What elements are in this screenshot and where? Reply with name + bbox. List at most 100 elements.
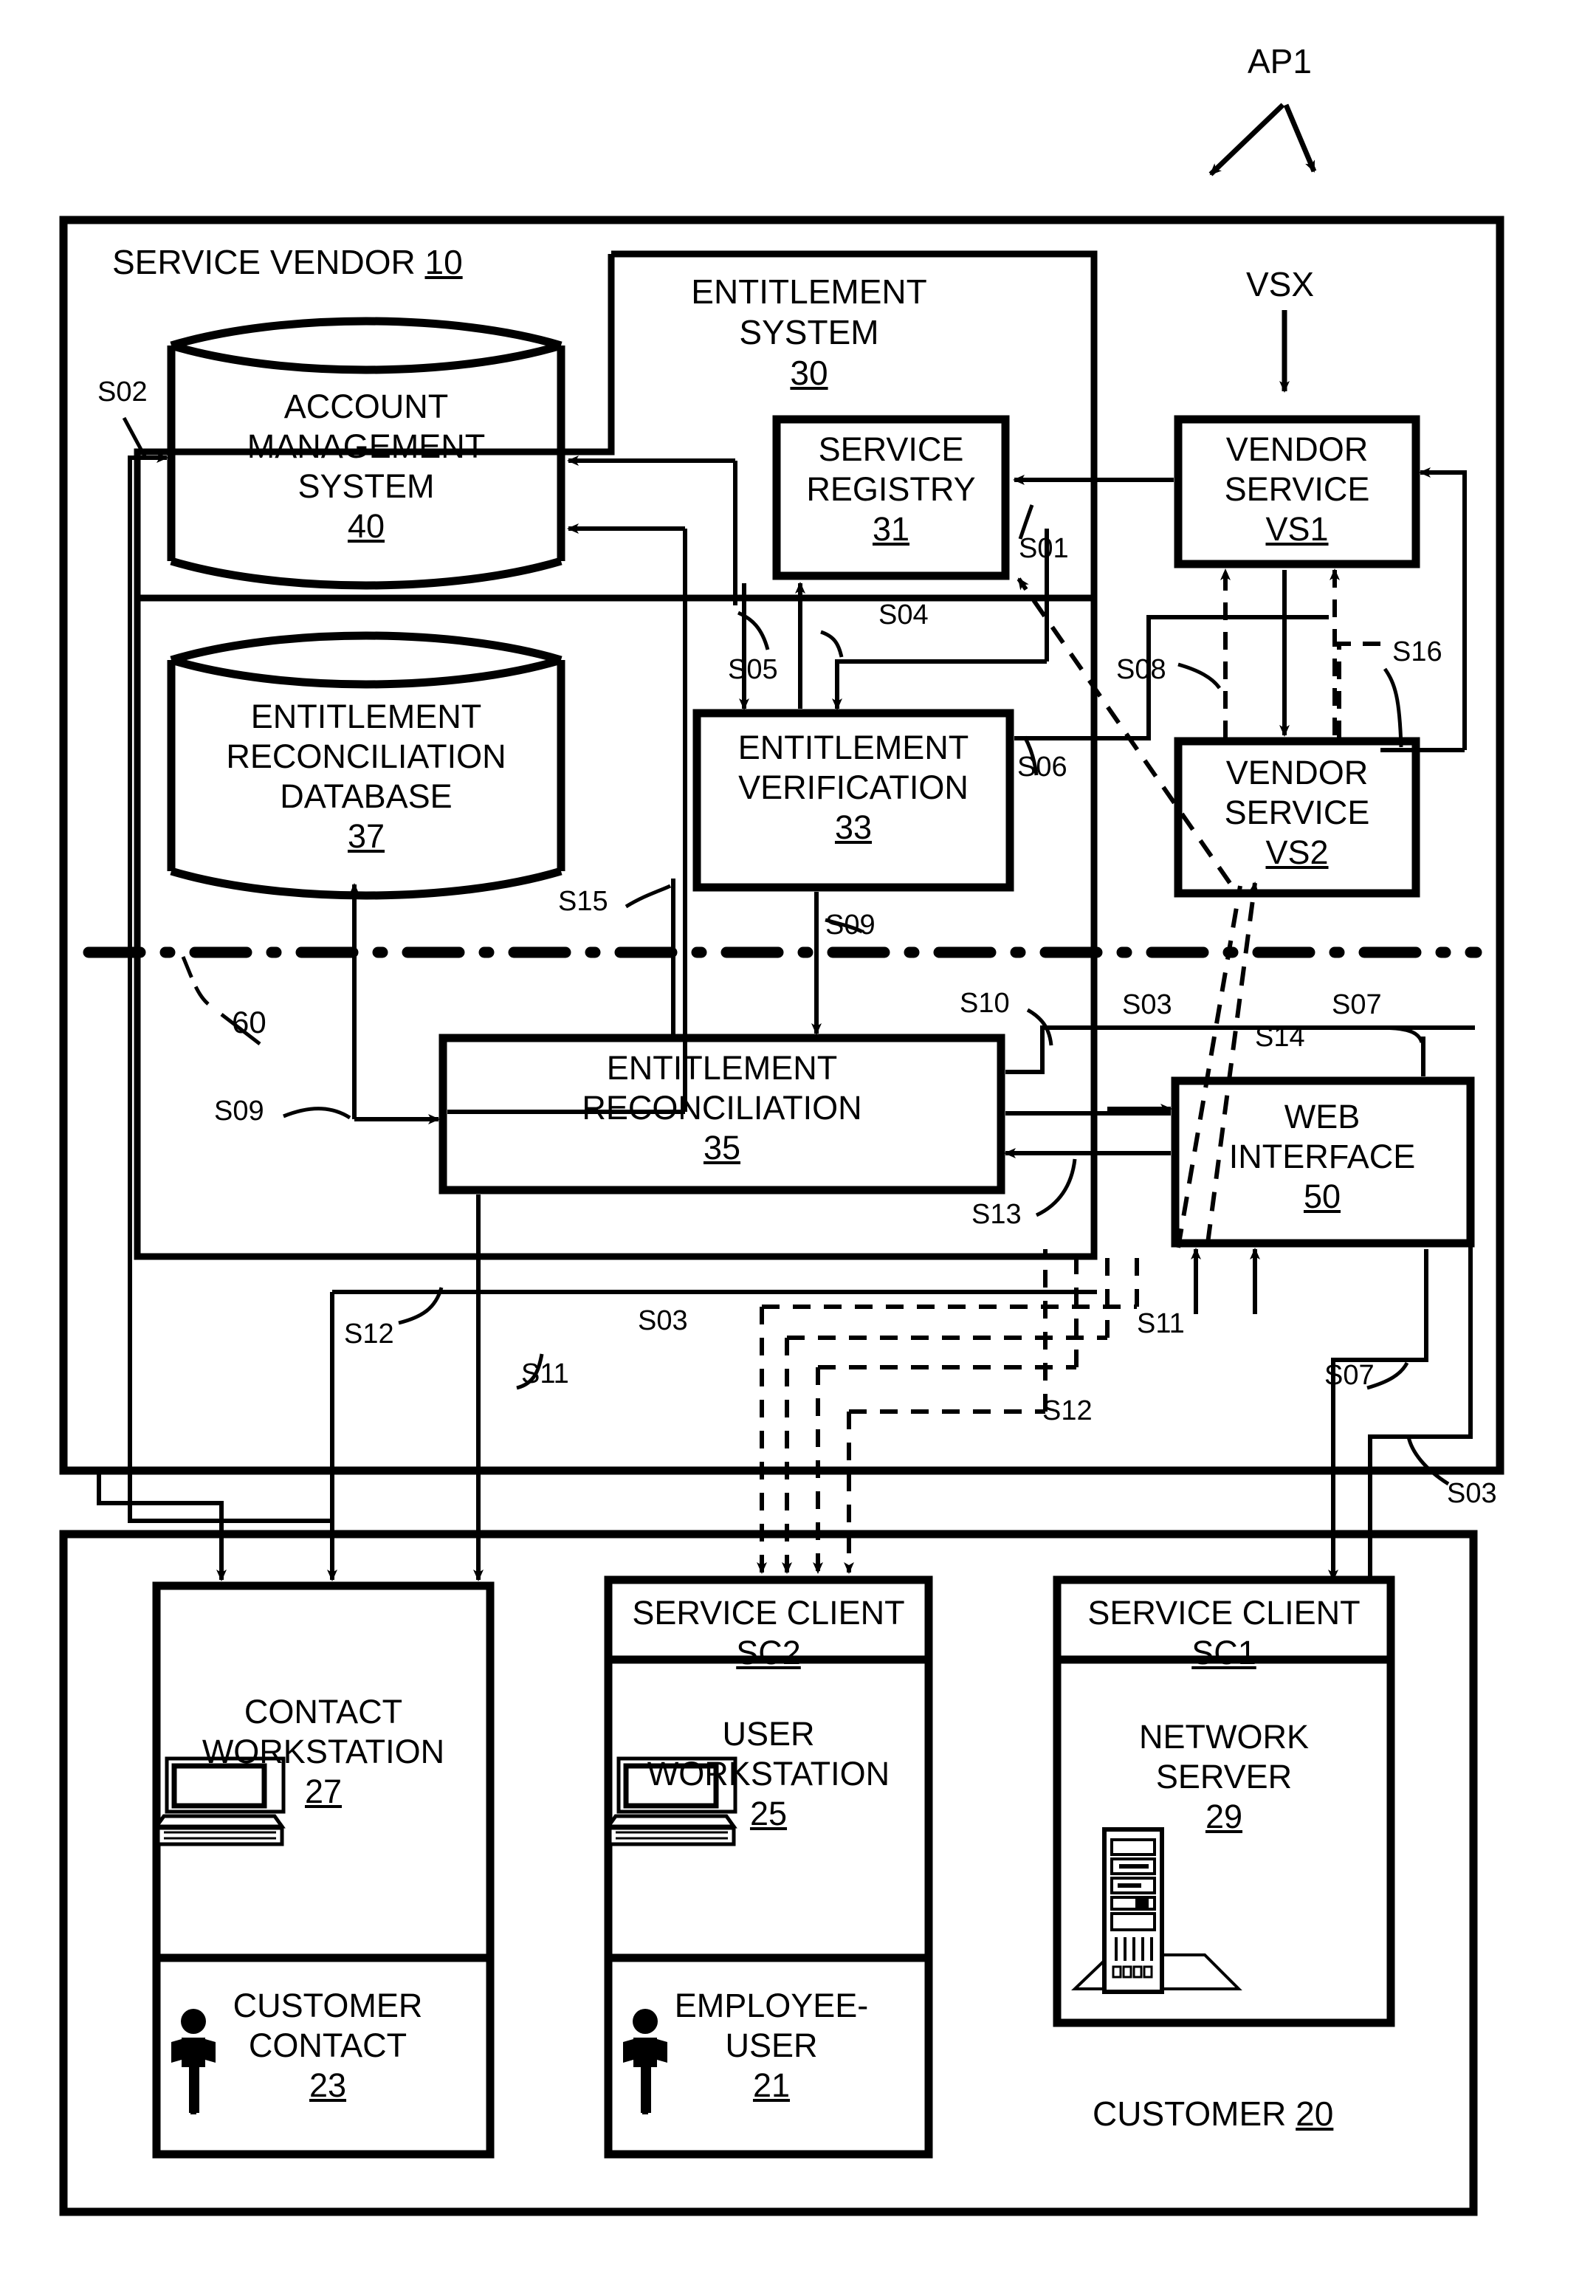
ns-ref: 29 [1205, 1798, 1243, 1835]
sc2-line1: SERVICE CLIENT [632, 1594, 905, 1632]
patent-figure-page: AP1 VSX 60 SERVICE VENDOR 10 CUSTOMER 20… [0, 0, 1596, 2296]
signal-label-s11-left: S11 [521, 1358, 569, 1389]
s13-leader [1035, 1158, 1077, 1217]
network-server-text: NETWORK SERVER 29 [1057, 1717, 1391, 1837]
customer-ref: 20 [1296, 2094, 1334, 2133]
ns-line1: NETWORK [1139, 1718, 1309, 1756]
signal-label-s09-left: S09 [214, 1096, 264, 1127]
signal-label-s11-right: S11 [1137, 1308, 1185, 1339]
web-interface-text: WEB INTERFACE 50 [1172, 1097, 1472, 1217]
uw-line2: WORKSTATION [647, 1755, 890, 1793]
s08-leader [1177, 662, 1222, 690]
service-client-sc2-text: SERVICE CLIENT SC2 [608, 1593, 929, 1673]
vs1-line1: VENDOR [1225, 430, 1369, 468]
signal-label-s04: S04 [878, 599, 929, 630]
left-rail-b [128, 1471, 334, 1523]
erdb-line2: RECONCILIATION [226, 738, 506, 775]
s06-line [1014, 615, 1329, 740]
customer-label: CUSTOMER [1093, 2094, 1287, 2133]
entitlement-system-title: ENTITLEMENT SYSTEM 30 [691, 272, 927, 394]
service-vendor-ref: 10 [424, 243, 463, 281]
s04-line [832, 659, 1047, 710]
service-registry-ref: 31 [872, 510, 910, 548]
vendor-service-vs1-text: VENDOR SERVICE VS1 [1178, 430, 1416, 549]
cw-line2: WORKSTATION [202, 1733, 445, 1770]
signal-label-s03-mid: S03 [1122, 989, 1172, 1020]
s10-line [1005, 1025, 1475, 1074]
signal-label-s12-right: S12 [1042, 1395, 1093, 1426]
sc2-ref: SC2 [736, 1634, 801, 1671]
signal-label-s08: S08 [1116, 654, 1166, 685]
service-registry-line1: SERVICE [818, 430, 964, 468]
service-client-sc1-text: SERVICE CLIENT SC1 [1057, 1593, 1391, 1673]
eu-ref: 21 [752, 2066, 791, 2104]
cc-ref: 23 [309, 2066, 347, 2104]
ams-line3: SYSTEM [297, 467, 435, 505]
vs2-line2: SERVICE [1224, 794, 1370, 831]
s16-line [1419, 467, 1467, 750]
s10-leader [1026, 1008, 1053, 1046]
entitlement-reconciliation-database-text: ENTITLEMENT RECONCILIATION DATABASE 37 [162, 697, 570, 856]
er-line1: ENTITLEMENT [606, 1049, 838, 1087]
signal-label-s06: S06 [1017, 752, 1067, 783]
signal-label-s05: S05 [728, 654, 778, 685]
s04-leader [820, 630, 844, 658]
sc1-line1: SERVICE CLIENT [1087, 1594, 1361, 1632]
er-ref: 35 [703, 1129, 741, 1166]
callout-60: 60 [232, 1005, 266, 1039]
signal-label-s14: S14 [1255, 1022, 1305, 1053]
vs2-inbound-dashed [1337, 642, 1391, 738]
ns-line2: SERVER [1155, 1758, 1293, 1795]
ap1-leader-right [1283, 103, 1317, 173]
erdb-line3: DATABASE [280, 777, 453, 815]
ap1-leader-left [1208, 103, 1285, 176]
uw-line1: USER [722, 1715, 815, 1753]
callout-ap1: AP1 [1248, 42, 1312, 80]
sc1-ref: SC1 [1191, 1634, 1256, 1671]
s03-right-leader [1406, 1436, 1450, 1486]
signal-label-s07-low: S07 [1324, 1360, 1375, 1391]
cw-ref: 27 [304, 1773, 343, 1810]
signal-label-s03-low: S03 [638, 1305, 688, 1336]
er-line2: RECONCILIATION [582, 1089, 862, 1127]
s15-leader [625, 884, 672, 909]
contact-workstation-text: CONTACT WORKSTATION 27 [152, 1692, 495, 1812]
vs1-line2: SERVICE [1224, 470, 1370, 508]
cc-line2: CONTACT [248, 2027, 407, 2064]
s03-right-line [1368, 1243, 1473, 1580]
erdb-line1: ENTITLEMENT [250, 698, 482, 735]
vs2-ref: VS2 [1265, 833, 1329, 871]
cc-line1: CUSTOMER [233, 1987, 423, 2024]
signal-label-s02: S02 [97, 377, 148, 408]
vs2-line1: VENDOR [1225, 754, 1369, 791]
signal-label-s10: S10 [960, 988, 1010, 1019]
vendor-service-vs2-text: VENDOR SERVICE VS2 [1178, 753, 1416, 873]
cw-line1: CONTACT [244, 1693, 403, 1730]
signal-label-s16: S16 [1392, 636, 1442, 667]
s09-db-leader [283, 1107, 351, 1120]
signal-label-s15: S15 [558, 886, 608, 917]
entitlement-system-line2: SYSTEM [739, 313, 879, 352]
ev-line1: ENTITLEMENT [737, 729, 969, 766]
web-interface-line1: WEB [1284, 1098, 1361, 1135]
customer-title: CUSTOMER 20 [1093, 2094, 1333, 2134]
callout-vsx: VSX [1246, 265, 1315, 303]
signal-label-s12-left: S12 [344, 1319, 394, 1350]
tower-server-icon [1071, 1827, 1242, 1994]
eu-line1: EMPLOYEE- [674, 1987, 869, 2024]
entitlement-verification-text: ENTITLEMENT VERIFICATION 33 [694, 728, 1013, 848]
entitlement-system-line1: ENTITLEMENT [691, 272, 927, 311]
entitlement-reconciliation-text: ENTITLEMENT RECONCILIATION 35 [443, 1048, 1001, 1168]
signal-label-s07-mid: S07 [1332, 989, 1382, 1020]
ams-line2: MANAGEMENT [247, 427, 486, 465]
user-workstation-text: USER WORKSTATION 25 [608, 1714, 929, 1834]
ev-ref: 33 [834, 808, 873, 846]
signal-label-s13: S13 [971, 1199, 1022, 1230]
callout-60-leader [181, 956, 210, 1006]
ams-ref: 40 [347, 507, 385, 545]
ams-line1: ACCOUNT [283, 388, 449, 425]
service-vendor-label: SERVICE VENDOR [112, 243, 416, 281]
s16-leader [1383, 667, 1403, 748]
erdb-ref: 37 [347, 817, 385, 855]
signal-label-s01: S01 [1019, 533, 1069, 564]
